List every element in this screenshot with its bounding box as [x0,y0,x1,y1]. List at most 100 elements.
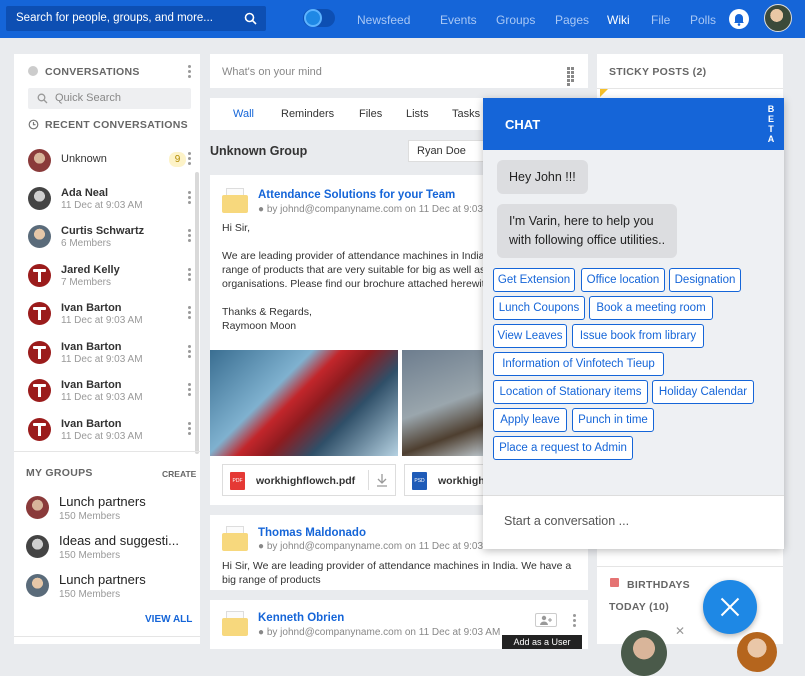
conversation-item[interactable]: Ivan Barton 11 Dec at 9:03 AM [28,300,198,336]
apps-grid-icon[interactable] [567,67,578,86]
post-line: We are leading provider of attendance ma… [222,250,484,262]
conversations-menu-icon[interactable] [188,65,191,78]
tab-wall[interactable]: Wall [233,108,254,120]
nav-pages[interactable]: Pages [555,13,589,27]
option-holiday-calendar[interactable]: Holiday Calendar [652,380,754,404]
beta-letter: T [768,124,774,134]
my-groups-title: MY GROUPS [26,467,93,479]
clock-toggle[interactable] [303,9,335,27]
birthday-avatar[interactable] [737,632,777,672]
attachment-pdf[interactable]: PDF workhighflowch.pdf [222,464,396,496]
cake-icon [610,578,619,587]
add-user-icon[interactable] [535,613,557,627]
post-author[interactable]: johnd@companyname.com [280,541,402,552]
option-stationary-location[interactable]: Location of Stationary items [493,380,648,404]
letter-envelope-icon [222,188,248,214]
chat-title: CHAT [505,117,541,132]
member-select[interactable]: Ryan Doe [408,140,488,162]
conversation-item[interactable]: Jared Kelly 7 Members [28,262,198,298]
group-item[interactable]: Lunch partners 150 Members [26,572,196,606]
chat-window: CHAT B E T A Hey John !!! I'm Varin, her… [483,98,784,549]
post-author[interactable]: johnd@companyname.com [280,204,402,215]
conversation-menu-icon[interactable] [188,229,191,242]
conversation-menu-icon[interactable] [188,306,191,319]
nav-events[interactable]: Events [440,13,477,27]
group-item[interactable]: Lunch partners 150 Members [26,494,196,528]
notification-bell-icon[interactable] [729,9,749,29]
search-icon[interactable] [244,12,257,28]
conversation-menu-icon[interactable] [188,152,191,165]
post-title[interactable]: Thomas Maldonado [258,527,366,539]
letter-envelope-icon [222,526,248,552]
nav-wiki[interactable]: Wiki [607,13,630,27]
conversation-menu-icon[interactable] [188,345,191,358]
pdf-file-icon: PDF [230,472,245,490]
quick-search-input[interactable]: Quick Search [28,88,191,109]
option-book-meeting-room[interactable]: Book a meeting room [589,296,713,320]
birthdays-title: BIRTHDAYS [627,579,690,591]
option-get-extension[interactable]: Get Extension [493,268,575,292]
post-menu-icon[interactable] [573,614,576,627]
attachment-name: workhighflowch.pdf [256,475,356,487]
option-request-admin[interactable]: Place a request to Admin [493,436,633,460]
conversation-item[interactable]: Ivan Barton 11 Dec at 9:03 AM [28,416,198,452]
conversation-name: Ivan Barton [61,341,122,353]
option-view-leaves[interactable]: View Leaves [493,324,567,348]
tab-lists[interactable]: Lists [406,108,429,120]
birthday-avatar[interactable] [621,630,667,676]
conversation-item[interactable]: Ada Neal 11 Dec at 9:03 AM [28,185,198,221]
conversation-menu-icon[interactable] [188,422,191,435]
conversation-name: Ivan Barton [61,379,122,391]
post-body: Hi Sir, We are leading provider of atten… [222,221,484,343]
sticky-posts-title: STICKY POSTS (2) [609,66,706,78]
create-group-link[interactable]: CREATE [162,469,196,479]
download-icon[interactable] [368,465,396,495]
post-image-climber[interactable] [210,350,398,456]
conversation-scrollbar[interactable] [195,172,199,454]
nav-groups[interactable]: Groups [496,13,535,27]
post-title[interactable]: Kenneth Obrien [258,612,344,624]
nav-polls[interactable]: Polls [690,13,716,27]
chat-input[interactable]: Start a conversation ... [483,495,784,549]
global-search-input[interactable]: Search for people, groups, and more... [6,6,266,31]
post-meta: ● by johnd@companyname.com on 11 Dec at … [258,627,500,638]
post-line: big range of products [222,574,321,586]
compose-post-box[interactable]: What's on your mind [210,54,588,88]
option-lunch-coupons[interactable]: Lunch Coupons [493,296,585,320]
nav-file[interactable]: File [651,13,670,27]
clock-icon [304,9,322,27]
user-avatar[interactable] [764,4,792,32]
tab-files[interactable]: Files [359,108,382,120]
post-title[interactable]: Attendance Solutions for your Team [258,189,455,201]
tab-tasks[interactable]: Tasks [452,108,480,120]
conversation-menu-icon[interactable] [188,191,191,204]
post-line: Raymoon Moon [222,320,297,332]
close-chat-button[interactable] [703,580,757,634]
conversation-menu-icon[interactable] [188,383,191,396]
option-vinfotech-tieup[interactable]: Information of Vinfotech Tieup [493,352,664,376]
sticky-posts-label: STICKY POSTS [609,66,690,78]
avatar [28,187,51,210]
group-item[interactable]: Ideas and suggesti... 150 Members [26,533,196,567]
conversation-item[interactable]: Curtis Schwartz 6 Members [28,223,198,259]
conversation-item[interactable]: Ivan Barton 11 Dec at 9:03 AM [28,377,198,413]
option-apply-leave[interactable]: Apply leave [493,408,567,432]
bot-message-line: with following office utilities.. [509,233,666,247]
option-office-location[interactable]: Office location [581,268,665,292]
avatar [28,302,51,325]
option-punch-in-time[interactable]: Punch in time [572,408,654,432]
post-author[interactable]: johnd@companyname.com [280,627,402,638]
conversation-item[interactable]: Ivan Barton 11 Dec at 9:03 AM [28,339,198,375]
chat-messages: Hey John !!! I'm Varin, here to help you… [483,150,784,495]
option-designation[interactable]: Designation [669,268,741,292]
option-issue-book[interactable]: Issue book from library [572,324,704,348]
tab-reminders[interactable]: Reminders [281,108,334,120]
conversation-menu-icon[interactable] [188,268,191,281]
conversation-item[interactable]: Unknown 9 [28,147,198,183]
conversation-name: Curtis Schwartz [61,225,145,237]
nav-newsfeed[interactable]: Newsfeed [357,13,410,27]
dismiss-icon[interactable]: ✕ [675,624,685,638]
conversation-name: Ivan Barton [61,418,122,430]
view-all-groups-link[interactable]: VIEW ALL [145,614,192,625]
add-as-user-tooltip: Add as a User [502,635,582,649]
